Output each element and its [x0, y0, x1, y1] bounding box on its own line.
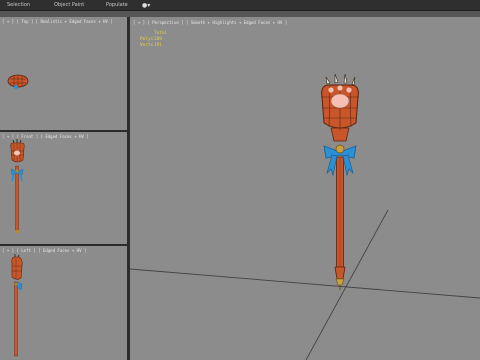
- menu-bar: Selection Object Paint Populate ●▾: [0, 0, 480, 11]
- viewport-top[interactable]: [ + ] [ Top ] [ Realistic + Edged Faces …: [0, 17, 127, 130]
- viewport-left[interactable]: [ + ] [ Left ] [ Edged Faces + HV ]: [0, 246, 127, 360]
- viewport-front[interactable]: [ + ] [ Front ] [ Edged Faces + HV ]: [0, 132, 127, 244]
- dropdown-icon[interactable]: ●▾: [142, 2, 150, 9]
- scepter-model: [321, 73, 359, 290]
- model-top-view: [7, 74, 29, 89]
- viewport-perspective[interactable]: [ + ] [ Perspective ] [ Smooth + Highlig…: [130, 17, 480, 360]
- model-left-view: [11, 254, 23, 357]
- model-front-view: [10, 139, 25, 233]
- menu-populate[interactable]: Populate: [106, 2, 128, 8]
- menu-object-paint[interactable]: Object Paint: [54, 2, 84, 8]
- menu-selection[interactable]: Selection: [7, 2, 30, 8]
